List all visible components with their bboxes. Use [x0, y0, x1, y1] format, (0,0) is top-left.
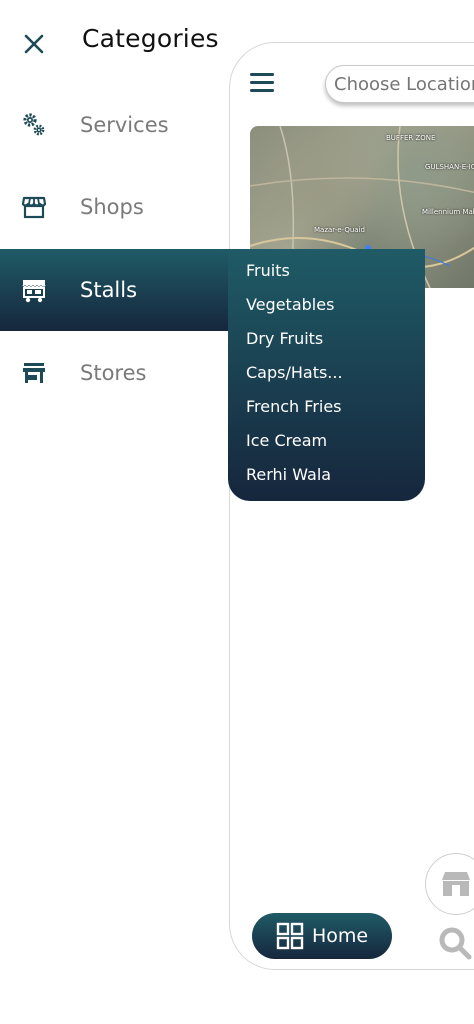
home-label: Home — [312, 925, 369, 947]
submenu-item-dry-fruits[interactable]: Dry Fruits — [228, 321, 425, 355]
menu-icon[interactable] — [250, 71, 276, 95]
close-icon[interactable] — [20, 30, 48, 58]
stalls-submenu: Fruits Vegetables Dry Fruits Caps/Hats..… — [228, 249, 425, 501]
submenu-item-vegetables[interactable]: Vegetables — [228, 287, 425, 321]
map-label: BUFFER ZONE — [386, 134, 436, 142]
map-label: GULSHAN-E-IQBAL — [425, 163, 474, 171]
search-icon[interactable] — [435, 923, 474, 963]
category-item-shops[interactable]: Shops — [0, 166, 228, 248]
storefront-icon — [20, 193, 48, 221]
category-item-services[interactable]: Services — [0, 84, 228, 166]
store-fab-button[interactable] — [425, 853, 474, 915]
app-preview-panel[interactable]: BUFFER ZONE GULSHAN-E-IQBAL Millennium M… — [229, 42, 474, 970]
submenu-item-fruits[interactable]: Fruits — [228, 253, 425, 287]
category-item-stores[interactable]: Stores — [0, 332, 228, 414]
drawer-title: Categories — [82, 24, 219, 53]
category-label: Services — [80, 113, 169, 137]
screen: BUFFER ZONE GULSHAN-E-IQBAL Millennium M… — [0, 0, 474, 1024]
stall-cart-icon — [20, 276, 48, 304]
category-label: Stalls — [80, 278, 138, 302]
category-label: Shops — [80, 195, 144, 219]
submenu-item-caps-hats[interactable]: Caps/Hats... — [228, 355, 425, 389]
home-button[interactable]: Home — [252, 913, 392, 959]
submenu-item-rerhi-wala[interactable]: Rerhi Wala — [228, 457, 425, 491]
map-label: Millennium Mall — [422, 208, 474, 216]
category-item-stalls[interactable]: Stalls — [0, 249, 228, 331]
store-icon — [442, 872, 470, 896]
submenu-item-ice-cream[interactable]: Ice Cream — [228, 423, 425, 457]
grid-icon — [276, 922, 304, 950]
gears-icon — [20, 111, 48, 139]
location-input[interactable] — [325, 65, 474, 103]
map-label: Mazar-e-Quaid — [314, 226, 365, 234]
category-label: Stores — [80, 361, 147, 385]
store-icon — [20, 359, 48, 387]
submenu-item-french-fries[interactable]: French Fries — [228, 389, 425, 423]
